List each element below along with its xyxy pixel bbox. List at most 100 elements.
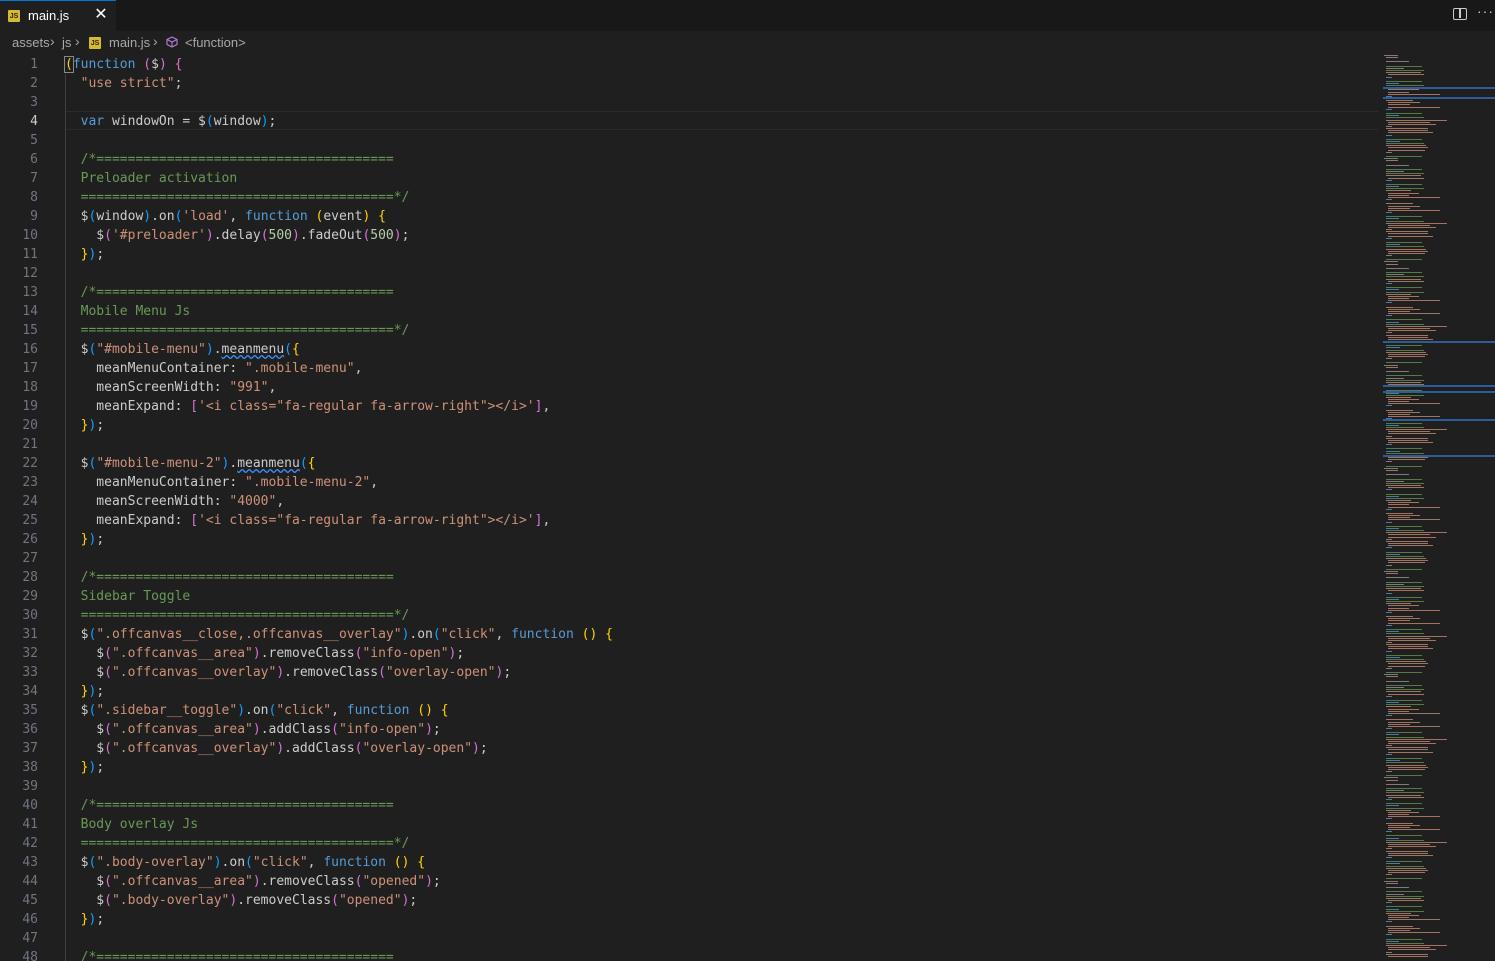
minimap-line <box>1386 347 1400 349</box>
code-line[interactable]: 2 "use strict"; <box>0 74 1380 93</box>
code-line[interactable]: 23 meanMenuContainer: ".mobile-menu-2", <box>0 473 1380 492</box>
code-text: /*====================================== <box>80 570 394 585</box>
code-line[interactable]: 13 /*===================================… <box>0 283 1380 302</box>
minimap-line <box>1386 684 1422 686</box>
code-line[interactable]: 19 meanExpand: ['<i class="fa-regular fa… <box>0 397 1380 416</box>
code-line[interactable]: 37 $(".offcanvas__overlay").addClass("ov… <box>0 739 1380 758</box>
code-line[interactable]: 28 /*===================================… <box>0 568 1380 587</box>
minimap-line <box>1388 708 1419 710</box>
minimap[interactable] <box>1380 55 1495 961</box>
line-number: 4 <box>30 114 38 129</box>
close-icon[interactable]: ✕ <box>93 6 109 24</box>
code-line[interactable]: 9 $(window).on('load', function (event) … <box>0 207 1380 226</box>
minimap-line <box>1388 648 1433 650</box>
minimap-line <box>1388 515 1420 517</box>
code-line[interactable]: 41 Body overlay Js <box>0 815 1380 834</box>
code-text: ========================================… <box>65 190 410 205</box>
more-actions-icon[interactable]: ··· <box>1477 3 1494 19</box>
minimap-line <box>1386 764 1426 766</box>
code-line[interactable]: 5 <box>0 131 1380 150</box>
code-line[interactable]: 14 Mobile Menu Js <box>0 302 1380 321</box>
minimap-line <box>1388 280 1424 282</box>
minimap-line <box>1388 813 1409 815</box>
code-line[interactable]: 29 Sidebar Toggle <box>0 587 1380 606</box>
code-text: $(".body-overlay").on("click", function … <box>65 855 426 870</box>
minimap-line <box>1388 852 1428 854</box>
code-line[interactable]: 34 }); <box>0 682 1380 701</box>
code-line[interactable]: 35 $(".sidebar__toggle").on("click", fun… <box>0 701 1380 720</box>
line-number: 9 <box>30 209 38 224</box>
code-line[interactable]: 8 ======================================… <box>0 188 1380 207</box>
split-editor-icon[interactable] <box>1453 8 1467 20</box>
code-text: meanExpand: ['<i class="fa-regular fa-ar… <box>65 399 551 414</box>
code-line[interactable]: 30 =====================================… <box>0 606 1380 625</box>
code-line[interactable]: 22 $("#mobile-menu-2").meanmenu({ <box>0 454 1380 473</box>
code-line[interactable]: 33 $(".offcanvas__overlay").removeClass(… <box>0 663 1380 682</box>
code-line[interactable]: 6 /*====================================… <box>0 150 1380 169</box>
code-line[interactable]: 36 $(".offcanvas__area").addClass("info-… <box>0 720 1380 739</box>
minimap-line <box>1388 224 1430 226</box>
code-line[interactable]: 7 Preloader activation <box>0 169 1380 188</box>
breadcrumb-item-js[interactable]: js <box>62 35 71 50</box>
code-line[interactable]: 48 /*===================================… <box>0 948 1380 961</box>
minimap-line <box>1386 736 1424 738</box>
code-line[interactable]: 27 <box>0 549 1380 568</box>
code-line[interactable]: 31 $(".offcanvas__close,.offcanvas__over… <box>0 625 1380 644</box>
code-line[interactable]: 20 }); <box>0 416 1380 435</box>
breadcrumb-item-symbol[interactable]: <function> <box>185 35 246 50</box>
code-line[interactable]: 40 /*===================================… <box>0 796 1380 815</box>
code-line[interactable]: 45 $(".body-overlay").removeClass("opene… <box>0 891 1380 910</box>
minimap-line <box>1386 661 1426 663</box>
minimap-line <box>1386 426 1424 428</box>
minimap-line <box>1386 921 1392 923</box>
code-line[interactable]: 46 }); <box>0 910 1380 929</box>
minimap-line <box>1386 758 1422 760</box>
code-line[interactable]: 44 $(".offcanvas__area").removeClass("op… <box>0 872 1380 891</box>
code-line[interactable]: 11 }); <box>0 245 1380 264</box>
minimap-line <box>1388 519 1440 521</box>
code-editor[interactable]: 1 (function ($) {2 "use strict"; 3 4 var wi… <box>0 55 1380 961</box>
code-line[interactable]: 4 var windowOn = $(window); <box>0 112 1380 131</box>
code-line[interactable]: 24 meanScreenWidth: "4000", <box>0 492 1380 511</box>
minimap-line <box>1386 934 1392 936</box>
minimap-line <box>1386 863 1400 865</box>
minimap-line <box>1386 184 1422 185</box>
code-text: }); <box>80 760 105 775</box>
code-line[interactable]: 47 <box>0 929 1380 948</box>
breadcrumb-item-file[interactable]: main.js <box>109 35 150 50</box>
code-line[interactable]: 10 $('#preloader').delay(500).fadeOut(50… <box>0 226 1380 245</box>
chevron-right-icon: › <box>50 33 55 49</box>
code-line[interactable]: 21 <box>0 435 1380 454</box>
code-line[interactable]: 26 }); <box>0 530 1380 549</box>
code-line[interactable]: 18 meanScreenWidth: "991", <box>0 378 1380 397</box>
code-line[interactable]: 43 $(".body-overlay").on("click", functi… <box>0 853 1380 872</box>
code-line[interactable]: 32 $(".offcanvas__area").removeClass("in… <box>0 644 1380 663</box>
code-line[interactable]: 1 (function ($) { <box>0 55 1380 74</box>
code-line[interactable]: 15 =====================================… <box>0 321 1380 340</box>
code-line[interactable]: 39 <box>0 777 1380 796</box>
minimap-line <box>1386 186 1399 188</box>
code-line[interactable]: 42 =====================================… <box>0 834 1380 853</box>
code-text: $(".sidebar__toggle").on("click", functi… <box>65 703 449 718</box>
code-line[interactable]: 3 <box>0 93 1380 112</box>
minimap-line <box>1388 646 1428 648</box>
minimap-line <box>1388 927 1420 929</box>
code-line[interactable]: 17 meanMenuContainer: ".mobile-menu", <box>0 359 1380 378</box>
minimap-line <box>1388 829 1440 830</box>
minimap-line <box>1386 362 1422 364</box>
minimap-line <box>1386 461 1392 463</box>
breadcrumb-item-assets[interactable]: assets <box>12 35 50 50</box>
code-text: meanExpand: ['<i class="fa-regular fa-ar… <box>65 513 551 528</box>
minimap-line <box>1386 659 1424 661</box>
tab-main-js[interactable]: JS main.js ✕ <box>0 0 116 31</box>
minimap-line <box>1386 592 1392 594</box>
line-number: 42 <box>22 836 38 851</box>
code-line[interactable]: 16 $("#mobile-menu").meanmenu({ <box>0 340 1380 359</box>
code-line[interactable]: 12 <box>0 264 1380 283</box>
minimap-line <box>1386 762 1424 764</box>
code-line[interactable]: 25 meanExpand: ['<i class="fa-regular fa… <box>0 511 1380 530</box>
line-number: 19 <box>22 399 38 414</box>
code-line[interactable]: 38 }); <box>0 758 1380 777</box>
minimap-line <box>1386 861 1422 863</box>
minimap-line <box>1386 568 1422 570</box>
